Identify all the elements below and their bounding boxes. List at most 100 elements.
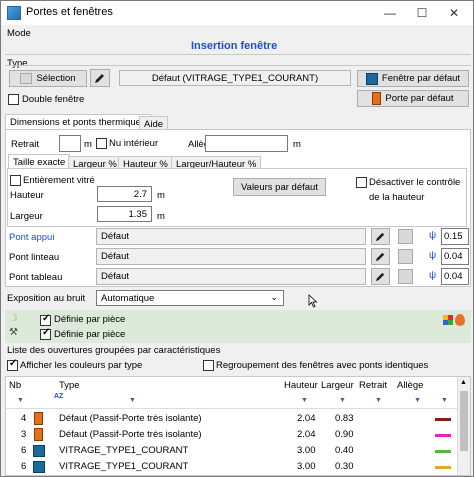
filter-retrait-icon[interactable]: ▼ <box>375 397 382 404</box>
cell-type: Défaut (Passif-Porte très isolante) <box>59 413 202 424</box>
hauteur-input[interactable]: 2.7 <box>97 186 152 202</box>
edit-type-button[interactable] <box>90 69 110 87</box>
vertical-scrollbar[interactable]: ▲ <box>457 377 470 475</box>
cell-largeur: 0.83 <box>335 413 354 424</box>
window: Portes et fenêtres — ☐ ✕ Mode Insertion … <box>0 0 474 477</box>
desactiver-controle-label-2: de la hauteur <box>369 192 425 203</box>
flame-icon[interactable] <box>455 314 465 326</box>
pont-field: Défaut <box>96 228 366 245</box>
col-nb[interactable]: Nb <box>9 380 21 391</box>
nu-interieur-checkbox[interactable] <box>96 138 107 149</box>
entierement-vitre-label: Entièrement vitré <box>23 175 95 186</box>
regrouper-label: Regroupement des fenêtres avec ponts ide… <box>216 360 429 371</box>
col-allege[interactable]: Allège <box>397 380 423 391</box>
window-icon <box>33 461 45 473</box>
retrait-input[interactable] <box>59 135 81 152</box>
cell-nb: 4 <box>21 413 27 424</box>
door-icon <box>34 428 43 441</box>
psi-value[interactable]: 0.04 <box>441 268 469 285</box>
hauteur-unit: m <box>157 190 165 201</box>
bruit-select[interactable]: Automatique ⌄ <box>96 290 284 306</box>
piece-checkbox-1[interactable] <box>40 313 51 326</box>
close-button[interactable]: ✕ <box>437 1 471 25</box>
filter-nb-icon[interactable]: ▼ <box>17 397 24 404</box>
palette-icon[interactable] <box>443 315 453 325</box>
bruit-select-value: Automatique <box>101 293 155 304</box>
porte-default-label: Porte par défaut <box>385 93 454 104</box>
table-row[interactable]: 3 Défaut (Passif-Porte très isolante) 2.… <box>7 427 457 443</box>
pont-browse-icon[interactable] <box>398 269 413 284</box>
scroll-up-icon[interactable]: ▲ <box>460 379 467 386</box>
table-row[interactable]: 4 Défaut (Passif-Porte très isolante) 2.… <box>7 411 457 427</box>
mode-value: Insertion fenêtre <box>191 40 278 52</box>
door-icon <box>372 92 382 105</box>
fenetre-default-button[interactable]: Fenêtre par défaut <box>357 70 469 87</box>
window-icon <box>33 445 45 457</box>
pont-label: Pont linteau <box>9 252 60 263</box>
chevron-down-icon: ⌄ <box>270 292 278 302</box>
filter-hauteur-icon[interactable]: ▼ <box>301 397 308 404</box>
piece-checkbox-2[interactable] <box>40 327 51 340</box>
pont-browse-icon[interactable] <box>398 229 413 244</box>
window-icon <box>365 72 378 85</box>
cell-nb: 3 <box>21 429 27 440</box>
pont-field: Défaut <box>96 248 366 265</box>
tab-dimensions[interactable]: Dimensions et ponts thermiques <box>5 114 151 130</box>
sort-az-icon[interactable]: AZ <box>54 393 63 400</box>
desactiver-controle-checkbox[interactable] <box>356 177 367 188</box>
allege-unit: m <box>293 139 301 150</box>
door-icon <box>34 412 43 425</box>
double-fenetre-checkbox[interactable] <box>8 94 19 105</box>
filter-allege-icon[interactable]: ▼ <box>414 397 421 404</box>
valeurs-defaut-button[interactable]: Valeurs par défaut <box>233 178 326 196</box>
table-row[interactable]: 6 VITRAGE_TYPE1_COURANT 3.00 0.40 <box>7 443 457 459</box>
largeur-input[interactable]: 1.35 <box>97 206 152 222</box>
selection-icon <box>20 73 33 84</box>
porte-default-button[interactable]: Porte par défaut <box>357 90 469 107</box>
pont-edit-button[interactable] <box>371 268 390 285</box>
table-row[interactable]: 6 VITRAGE_TYPE1_COURANT 3.00 0.30 <box>7 459 457 475</box>
filter-color-icon[interactable]: ▼ <box>441 397 448 404</box>
type-default-field: Défaut (VITRAGE_TYPE1_COURANT) <box>119 70 351 86</box>
pont-edit-button[interactable] <box>371 248 390 265</box>
psi-icon: ψ <box>429 270 437 281</box>
entierement-vitre-checkbox[interactable] <box>10 175 21 186</box>
color-swatch <box>435 418 451 421</box>
minimize-button[interactable]: — <box>373 1 407 25</box>
list-label: Liste des ouvertures groupées par caract… <box>7 345 221 356</box>
cell-hauteur: 2.04 <box>297 429 316 440</box>
filter-type-icon[interactable]: ▼ <box>129 397 136 404</box>
selection-button[interactable]: Sélection <box>9 70 87 87</box>
pencil-icon <box>375 232 385 242</box>
col-largeur[interactable]: Largeur <box>321 380 354 391</box>
pont-field: Défaut <box>96 268 366 285</box>
psi-value[interactable]: 0.04 <box>441 248 469 265</box>
pencil-icon <box>95 74 104 83</box>
psi-value[interactable]: 0.15 <box>441 228 469 245</box>
col-hauteur[interactable]: Hauteur <box>284 380 318 391</box>
mouse-cursor-icon <box>308 294 318 308</box>
retrait-unit: m <box>84 139 92 150</box>
pont-edit-button[interactable] <box>371 228 390 245</box>
allege-input[interactable] <box>205 135 288 152</box>
cell-type: VITRAGE_TYPE1_COURANT <box>59 445 189 456</box>
afficher-couleurs-checkbox[interactable] <box>7 358 18 371</box>
pont-label: Pont tableau <box>9 272 63 283</box>
filter-largeur-icon[interactable]: ▼ <box>339 397 346 404</box>
selection-button-label: Sélection <box>36 73 76 84</box>
nu-interieur-label: Nu intérieur <box>109 138 159 149</box>
color-swatch <box>435 434 451 437</box>
pencil-icon <box>375 272 385 282</box>
maximize-button[interactable]: ☐ <box>405 1 439 25</box>
cell-hauteur: 2.04 <box>297 413 316 424</box>
scroll-thumb[interactable] <box>460 391 468 451</box>
col-retrait[interactable]: Retrait <box>359 380 387 391</box>
col-type[interactable]: Type <box>59 380 80 391</box>
cell-hauteur: 3.00 <box>297 461 316 472</box>
retrait-label: Retrait <box>11 139 39 150</box>
regrouper-checkbox[interactable] <box>203 360 214 371</box>
desactiver-controle-label-1: Désactiver le contrôle <box>369 177 461 188</box>
color-swatch <box>435 450 451 453</box>
fenetre-default-label: Fenêtre par défaut <box>381 73 461 84</box>
pont-browse-icon[interactable] <box>398 249 413 264</box>
